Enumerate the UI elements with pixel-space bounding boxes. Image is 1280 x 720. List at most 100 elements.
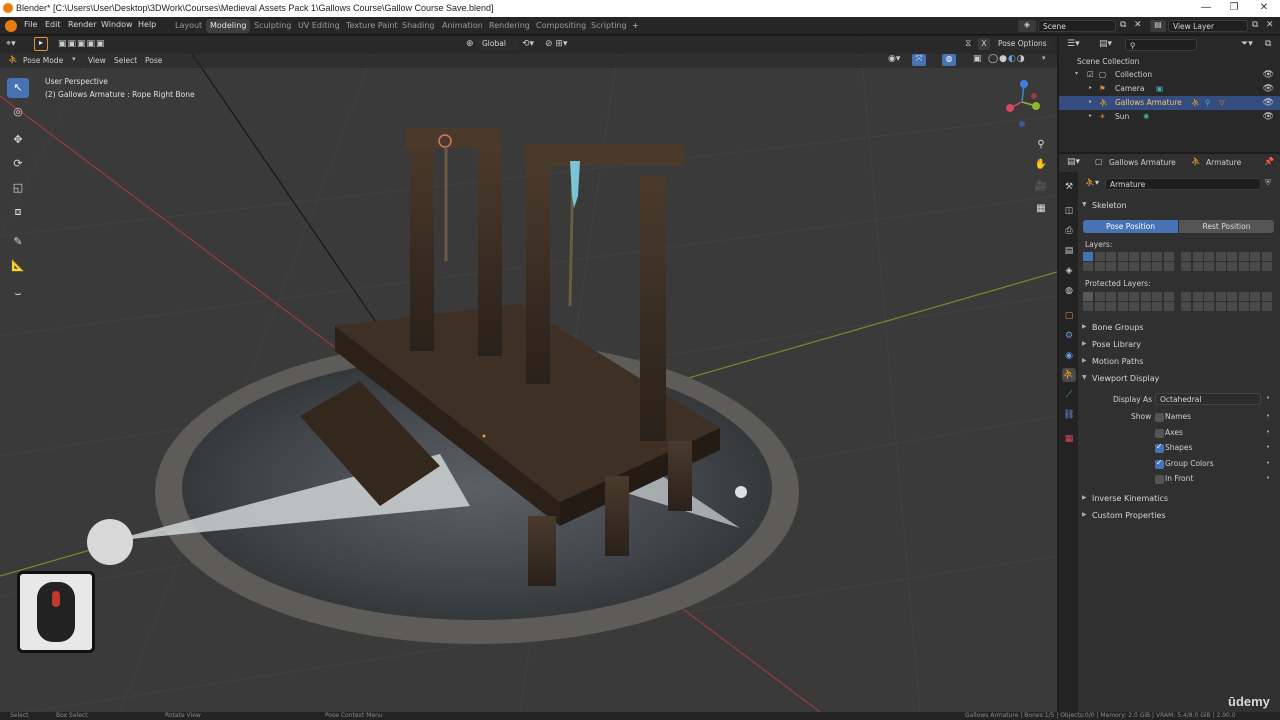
layer-cell[interactable]: [1163, 292, 1175, 301]
layer-cell[interactable]: [1181, 302, 1192, 311]
layer-cell[interactable]: [1094, 252, 1106, 261]
navigation-gizmo[interactable]: [998, 78, 1050, 130]
world-tab-icon[interactable]: ◍: [1062, 284, 1076, 298]
visibility-eye-icon[interactable]: 👁: [1263, 70, 1274, 80]
delete-scene-icon[interactable]: ✕: [1134, 20, 1142, 30]
tab-rendering[interactable]: Rendering: [485, 19, 534, 33]
layer-cell[interactable]: [1083, 252, 1094, 261]
layer-cell[interactable]: [1117, 252, 1129, 261]
checkbox-icon[interactable]: ☑: [1087, 70, 1094, 79]
orientation-icon[interactable]: ⊕: [466, 39, 474, 49]
layer-cell[interactable]: [1152, 262, 1163, 271]
layer-cell[interactable]: [1140, 302, 1152, 311]
layer-cell[interactable]: [1140, 252, 1152, 261]
render-tab-icon[interactable]: ◫: [1062, 204, 1076, 218]
maximize-button[interactable]: ❐: [1224, 1, 1244, 15]
layer-cell[interactable]: [1106, 262, 1117, 271]
snap-icon[interactable]: ⊘ ⊞▾: [545, 39, 567, 49]
layer-cell[interactable]: [1192, 302, 1204, 311]
menu-select[interactable]: Select: [114, 56, 137, 65]
menu-edit[interactable]: Edit: [45, 20, 61, 29]
visibility-eye-icon[interactable]: 👁: [1263, 112, 1274, 122]
overlay-toggle-icon[interactable]: ◍: [942, 54, 956, 66]
menu-pose[interactable]: Pose: [145, 56, 162, 65]
layer-cell[interactable]: [1106, 302, 1117, 311]
tab-shading[interactable]: Shading: [398, 19, 439, 33]
new-view-layer-icon[interactable]: ⧉: [1252, 20, 1258, 30]
display-as-select[interactable]: Octahedral: [1155, 393, 1261, 405]
object-tab-icon[interactable]: ▢: [1062, 309, 1076, 323]
modifier-tab-icon[interactable]: ⚙: [1062, 329, 1076, 343]
panel-pose-library[interactable]: ▶ Pose Library: [1079, 338, 1279, 352]
3d-viewport[interactable]: [0, 36, 1057, 712]
keyframe-dot-icon[interactable]: •: [1266, 394, 1270, 402]
select-tool-icon[interactable]: ▸: [34, 37, 48, 51]
layer-cell[interactable]: [1094, 262, 1106, 271]
tab-animation[interactable]: Animation: [438, 19, 487, 33]
layer-cell[interactable]: [1215, 302, 1227, 311]
layer-cell[interactable]: [1117, 302, 1129, 311]
armature-name-field[interactable]: Armature: [1105, 178, 1261, 190]
layer-cell[interactable]: [1227, 262, 1238, 271]
panel-inverse-kinematics[interactable]: ▶ Inverse Kinematics: [1079, 492, 1279, 506]
layer-cell[interactable]: [1250, 292, 1261, 301]
tree-gallows-armature[interactable]: ▸ ⛹ Gallows Armature ⛹ ⚲ ▽ 👁: [1059, 96, 1280, 110]
layer-cell[interactable]: [1261, 252, 1273, 261]
rotate-tool-icon[interactable]: ⟳: [7, 154, 29, 174]
expand-chevron-icon[interactable]: ▸: [1089, 98, 1092, 105]
layer-cell[interactable]: [1117, 262, 1129, 271]
transform-tool-icon[interactable]: ⧈: [7, 202, 29, 222]
tree-scene-collection[interactable]: Scene Collection: [1059, 55, 1280, 69]
expand-chevron-icon[interactable]: ▸: [1089, 112, 1092, 119]
layer-cell[interactable]: [1204, 302, 1215, 311]
panel-custom-properties[interactable]: ▶ Custom Properties: [1079, 509, 1279, 523]
menu-view[interactable]: View: [88, 56, 106, 65]
scene-field[interactable]: Scene: [1038, 20, 1116, 32]
x-mirror-toggle[interactable]: X: [978, 38, 990, 50]
layer-cell[interactable]: [1261, 262, 1273, 271]
show-option-checkbox[interactable]: [1155, 442, 1164, 453]
rest-position-button[interactable]: Rest Position: [1179, 220, 1274, 233]
view-layer-field[interactable]: View Layer: [1168, 20, 1248, 32]
layer-cell[interactable]: [1261, 292, 1273, 301]
visibility-eye-icon[interactable]: 👁: [1263, 84, 1274, 94]
layer-cell[interactable]: [1163, 262, 1175, 271]
protected-layers-grid-2[interactable]: [1181, 292, 1273, 312]
layer-cell[interactable]: [1215, 292, 1227, 301]
move-tool-icon[interactable]: ✥: [7, 130, 29, 150]
layer-cell[interactable]: [1227, 302, 1238, 311]
tab-layout[interactable]: Layout: [171, 19, 206, 33]
expand-chevron-icon[interactable]: ▸: [1089, 84, 1092, 91]
view-layer-tab-icon[interactable]: ▤: [1062, 244, 1076, 258]
add-workspace-icon[interactable]: +: [628, 19, 643, 33]
layer-cell[interactable]: [1250, 252, 1261, 261]
relax-pose-tool-icon[interactable]: ⌣: [7, 284, 29, 304]
keyframe-dot-icon[interactable]: •: [1266, 412, 1270, 420]
scene-tab-icon[interactable]: ◈: [1062, 264, 1076, 278]
layer-cell[interactable]: [1192, 252, 1204, 261]
scene-icon[interactable]: ◈: [1018, 20, 1036, 32]
layer-cell[interactable]: [1083, 262, 1094, 271]
shading-options-icon[interactable]: ▾: [1042, 54, 1046, 62]
tool-tab-icon[interactable]: ⚒: [1062, 180, 1076, 194]
menu-window[interactable]: Window: [101, 20, 133, 29]
layer-cell[interactable]: [1227, 252, 1238, 261]
cursor-tool-icon[interactable]: ◎: [7, 102, 29, 122]
layer-cell[interactable]: [1215, 252, 1227, 261]
scale-tool-icon[interactable]: ◱: [7, 178, 29, 198]
layers-grid-1[interactable]: [1083, 252, 1175, 272]
tree-collection[interactable]: ▾ ☑ ▢ Collection 👁: [1059, 68, 1280, 82]
layer-cell[interactable]: [1238, 252, 1250, 261]
layer-cell[interactable]: [1083, 292, 1094, 301]
pose-position-button[interactable]: Pose Position: [1083, 220, 1178, 233]
mirror-icon[interactable]: ⧖: [965, 39, 971, 49]
panel-viewport-display[interactable]: ▼ Viewport Display: [1079, 372, 1279, 386]
menu-render[interactable]: Render: [68, 20, 96, 29]
show-option-checkbox[interactable]: [1155, 428, 1164, 438]
armature-datablock-icon[interactable]: ⛹▾: [1085, 178, 1099, 187]
layer-cell[interactable]: [1192, 292, 1204, 301]
measure-tool-icon[interactable]: 📐: [7, 256, 29, 276]
bone-constraint-tab-icon[interactable]: ⛓: [1062, 408, 1076, 422]
layer-cell[interactable]: [1152, 252, 1163, 261]
layer-cell[interactable]: [1250, 262, 1261, 271]
